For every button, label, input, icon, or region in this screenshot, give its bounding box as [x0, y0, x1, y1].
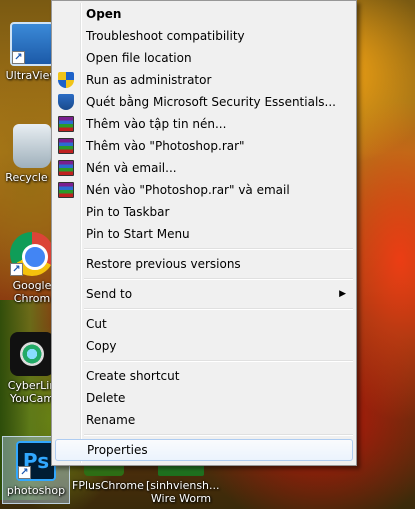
desktop-icon-label: [sinhviensh... Wire Worm: [146, 479, 220, 505]
menu-item-add-to-archive[interactable]: Thêm vào tập tin nén...: [54, 113, 354, 135]
shortcut-arrow-icon: ↗: [12, 51, 25, 64]
winrar-icon: [58, 116, 74, 132]
menu-item-label: Thêm vào tập tin nén...: [86, 117, 227, 131]
menu-item-label: Nén và email...: [86, 161, 177, 175]
menu-separator: [84, 245, 354, 253]
ultraviewer-icon: ↗: [10, 22, 54, 66]
menu-item-label: Pin to Start Menu: [86, 227, 190, 241]
menu-item-send-to[interactable]: Send to ▶: [54, 283, 354, 305]
chrome-icon: ↗: [10, 232, 54, 276]
menu-item-pin-to-start-menu[interactable]: Pin to Start Menu: [54, 223, 354, 245]
menu-item-label: Delete: [86, 391, 126, 405]
menu-separator: [84, 357, 354, 365]
submenu-arrow-icon: ▶: [339, 289, 346, 299]
menu-item-label: Cut: [86, 317, 107, 331]
menu-item-open[interactable]: Open: [54, 3, 354, 25]
menu-item-run-as-administrator[interactable]: Run as administrator: [54, 69, 354, 91]
menu-item-label: Open: [86, 7, 122, 21]
cyberlink-youcam-icon: [10, 332, 54, 376]
menu-item-pin-to-taskbar[interactable]: Pin to Taskbar: [54, 201, 354, 223]
winrar-icon: [58, 160, 74, 176]
menu-item-compress-and-email[interactable]: Nén và email...: [54, 157, 354, 179]
shortcut-arrow-icon: ↗: [18, 466, 31, 479]
desktop-icon-label: CyberLin YouCam: [7, 379, 57, 405]
winrar-icon: [58, 182, 74, 198]
menu-item-delete[interactable]: Delete: [54, 387, 354, 409]
menu-item-cut[interactable]: Cut: [54, 313, 354, 335]
desktop-icon-label: photoshop: [6, 484, 66, 497]
uac-shield-icon: [58, 72, 74, 88]
menu-item-label: Copy: [86, 339, 117, 353]
menu-item-label: Troubleshoot compatibility: [86, 29, 245, 43]
menu-item-troubleshoot-compatibility[interactable]: Troubleshoot compatibility: [54, 25, 354, 47]
menu-item-label: Restore previous versions: [86, 257, 241, 271]
context-menu: Open Troubleshoot compatibility Open fil…: [51, 0, 357, 466]
menu-item-label: Nén vào "Photoshop.rar" và email: [86, 183, 290, 197]
menu-separator: [84, 305, 354, 313]
security-essentials-icon: [58, 94, 74, 110]
menu-separator: [84, 275, 354, 283]
menu-item-label: Quét bằng Microsoft Security Essentials.…: [86, 95, 336, 109]
menu-item-properties[interactable]: Properties: [55, 439, 353, 461]
menu-item-label: Run as administrator: [86, 73, 212, 87]
desktop-icon-label: FPlusChrome: [72, 479, 144, 492]
menu-item-scan-security-essentials[interactable]: Quét bằng Microsoft Security Essentials.…: [54, 91, 354, 113]
menu-item-add-to-rar[interactable]: Thêm vào "Photoshop.rar": [54, 135, 354, 157]
menu-item-create-shortcut[interactable]: Create shortcut: [54, 365, 354, 387]
recycle-bin-icon: [13, 124, 51, 168]
desktop-icon-label: Google Chrom: [12, 279, 52, 305]
menu-item-label: Open file location: [86, 51, 192, 65]
menu-item-label: Rename: [86, 413, 136, 427]
menu-item-label: Properties: [87, 443, 148, 457]
menu-item-open-file-location[interactable]: Open file location: [54, 47, 354, 69]
shortcut-arrow-icon: ↗: [10, 263, 23, 276]
photoshop-icon: Ps ↗: [16, 441, 56, 481]
menu-item-rename[interactable]: Rename: [54, 409, 354, 431]
menu-item-label: Create shortcut: [86, 369, 180, 383]
menu-item-restore-previous-versions[interactable]: Restore previous versions: [54, 253, 354, 275]
menu-item-copy[interactable]: Copy: [54, 335, 354, 357]
winrar-icon: [58, 138, 74, 154]
menu-item-label: Thêm vào "Photoshop.rar": [86, 139, 245, 153]
menu-separator: [84, 431, 354, 439]
menu-item-label: Pin to Taskbar: [86, 205, 170, 219]
menu-item-compress-rar-and-email[interactable]: Nén vào "Photoshop.rar" và email: [54, 179, 354, 201]
menu-item-label: Send to: [86, 287, 133, 301]
